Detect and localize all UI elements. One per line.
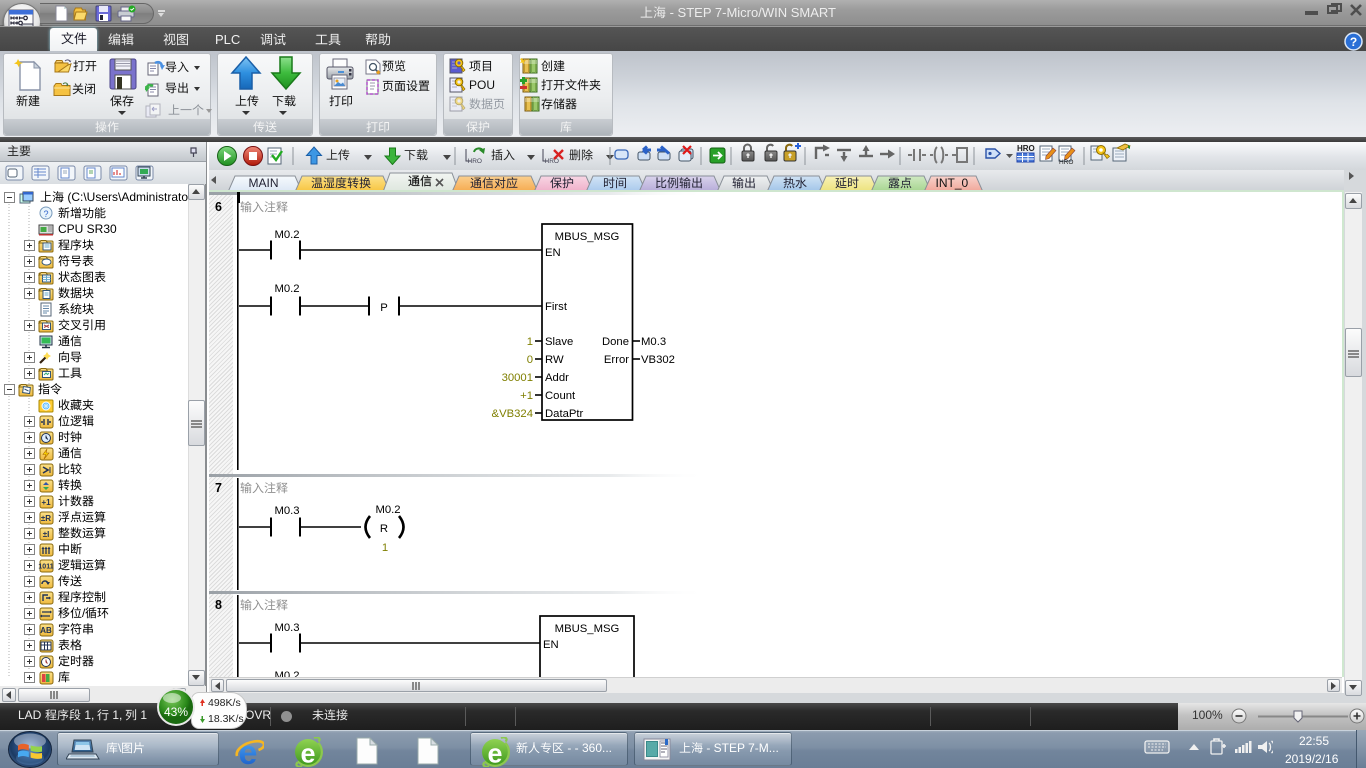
svg-text:VB302: VB302	[641, 354, 675, 366]
svg-text:1011: 1011	[38, 564, 53, 571]
svg-text:HRO: HRO	[1017, 144, 1035, 153]
svg-text:498K/s: 498K/s	[208, 697, 241, 709]
svg-text:30001: 30001	[502, 372, 533, 384]
svg-text:?: ?	[1350, 35, 1357, 49]
svg-text:M0.2: M0.2	[375, 504, 400, 516]
svg-text:MBUS_MSG: MBUS_MSG	[555, 623, 620, 635]
svg-text:7: 7	[215, 481, 222, 495]
svg-text:Addr: Addr	[545, 372, 569, 384]
svg-text:M0.3: M0.3	[274, 505, 299, 517]
svg-text:43%: 43%	[164, 705, 188, 719]
svg-text:1: 1	[382, 542, 388, 554]
svg-text:8: 8	[215, 598, 222, 612]
svg-text:e: e	[487, 739, 502, 768]
svg-text:P: P	[380, 302, 388, 314]
svg-text:Count: Count	[545, 390, 576, 402]
svg-text:&VB324: &VB324	[492, 408, 533, 420]
svg-text:+1: +1	[41, 498, 51, 507]
svg-text:RW: RW	[545, 354, 564, 366]
svg-text:+1: +1	[520, 390, 533, 402]
svg-text:AB: AB	[40, 626, 52, 635]
svg-text:DataPtr: DataPtr	[545, 408, 584, 420]
svg-text:Error: Error	[604, 354, 629, 366]
svg-text:M0.2: M0.2	[274, 670, 299, 677]
svg-text:1: 1	[527, 336, 533, 348]
svg-text:EN: EN	[545, 247, 561, 259]
svg-text:M0.3: M0.3	[641, 336, 666, 348]
svg-text:18.3K/s: 18.3K/s	[208, 713, 244, 725]
svg-text:±R: ±R	[41, 514, 51, 523]
svg-text:EN: EN	[543, 639, 559, 651]
svg-text:R: R	[380, 523, 388, 535]
svg-text:6: 6	[215, 200, 222, 214]
svg-text:Slave: Slave	[545, 336, 573, 348]
svg-text:e: e	[300, 739, 315, 768]
svg-text:M0.2: M0.2	[274, 229, 299, 241]
svg-text:0: 0	[527, 354, 533, 366]
svg-text:±I: ±I	[43, 530, 50, 539]
svg-text:Done: Done	[602, 336, 629, 348]
svg-text:HRO: HRO	[1059, 159, 1073, 166]
svg-text:First: First	[545, 301, 568, 313]
svg-text:?: ?	[43, 209, 48, 219]
svg-text:M0.2: M0.2	[274, 283, 299, 295]
svg-text:MBUS_MSG: MBUS_MSG	[555, 231, 620, 243]
svg-text:M0.3: M0.3	[274, 622, 299, 634]
